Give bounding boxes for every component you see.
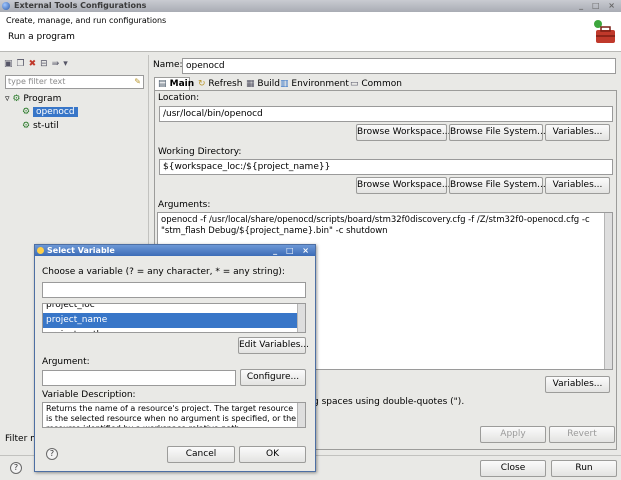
tab-environment[interactable]: ▥ Environment [276, 77, 349, 91]
working-directory-label: Working Directory: [156, 147, 244, 157]
clear-filter-icon[interactable]: ✎ [134, 76, 141, 88]
location-input[interactable]: /usr/local/bin/openocd [159, 106, 613, 122]
help-icon[interactable]: ? [10, 462, 22, 474]
program-icon: ⚙ [12, 94, 21, 104]
chevron-down-icon[interactable]: ▾ [63, 59, 68, 69]
description-scrollbar[interactable] [297, 403, 305, 427]
expand-icon[interactable]: ▿ [5, 94, 10, 104]
help-icon[interactable]: ? [46, 448, 58, 460]
header-subtitle: Create, manage, and run configurations [6, 16, 167, 25]
filter-input[interactable]: type filter text ✎ [5, 75, 144, 89]
tab-common[interactable]: ▭ Common [346, 77, 402, 91]
choose-variable-label: Choose a variable (? = any character, * … [42, 267, 285, 277]
duplicate-icon[interactable]: ❐ [17, 59, 25, 69]
working-directory-input[interactable]: ${workspace_loc:/${project_name}} [159, 159, 613, 175]
configure-button[interactable]: Configure... [240, 369, 306, 386]
new-config-icon[interactable]: ▣ [4, 59, 13, 69]
quote-note: g spaces using double-quotes ("). [313, 397, 465, 407]
name-label: Name: [153, 60, 183, 70]
revert-button[interactable]: Revert [549, 426, 615, 443]
header-title: Run a program [8, 32, 75, 42]
apply-button[interactable]: Apply [480, 426, 546, 443]
variable-search-input[interactable] [42, 282, 306, 298]
app-icon [2, 2, 10, 10]
select-variable-dialog: Select Variable _ □ × Choose a variable … [34, 244, 316, 472]
dialog-icon [37, 247, 44, 254]
window-titlebar: External Tools Configurations _ □ × [0, 0, 621, 12]
tree-item-program[interactable]: ▿ ⚙ Program [5, 93, 61, 106]
argument-label: Argument: [42, 357, 90, 367]
common-icon: ▭ [350, 79, 359, 89]
tab-refresh[interactable]: ↻ Refresh [194, 77, 242, 91]
run-button[interactable]: Run [551, 460, 617, 477]
tree-item-openocd[interactable]: ⚙ openocd [22, 106, 78, 119]
cancel-button[interactable]: Cancel [167, 446, 235, 463]
workdir-variables-button[interactable]: Variables... [545, 177, 610, 194]
environment-icon: ▥ [280, 79, 289, 89]
toolbox-icon [594, 20, 615, 43]
dialog-header: Create, manage, and run configurations R… [0, 12, 621, 52]
collapse-icon[interactable]: ⊟ [40, 59, 48, 69]
variable-list-scrollbar[interactable] [297, 304, 305, 332]
dialog-titlebar: Select Variable _ □ × [35, 245, 315, 256]
browse-file-system-button-2[interactable]: Browse File System... [449, 177, 546, 194]
location-label: Location: [156, 93, 202, 103]
browse-file-system-button[interactable]: Browse File System... [449, 124, 546, 141]
config-toolbar: ▣ ❐ ✖ ⊟ ⇛ ▾ [4, 59, 72, 71]
arguments-variables-button[interactable]: Variables... [545, 376, 610, 393]
build-icon: ▦ [246, 79, 255, 89]
variable-description-text: Returns the name of a resource's project… [42, 402, 306, 428]
tree-item-st-util[interactable]: ⚙ st-util [22, 120, 59, 133]
delete-icon[interactable]: ✖ [29, 59, 37, 69]
filter-icon[interactable]: ⇛ [52, 59, 60, 69]
arguments-label: Arguments: [156, 200, 213, 210]
browse-workspace-button[interactable]: Browse Workspace... [356, 124, 450, 141]
external-tool-icon: ⚙ [22, 121, 31, 131]
edit-variables-button[interactable]: Edit Variables... [238, 337, 309, 354]
argument-input[interactable] [42, 370, 236, 386]
ok-button[interactable]: OK [239, 446, 306, 463]
tab-main[interactable]: ▤ Main [154, 77, 194, 91]
dialog-window-controls[interactable]: _ □ × [273, 245, 312, 256]
dialog-title: Select Variable [47, 246, 115, 255]
refresh-icon: ↻ [198, 79, 206, 89]
variable-list[interactable]: project_loc project_name project_path [42, 303, 306, 333]
window-controls[interactable]: _ □ × [579, 0, 618, 12]
list-item[interactable]: project_loc [43, 304, 305, 313]
name-input[interactable]: openocd [182, 58, 616, 74]
arguments-scrollbar[interactable] [604, 213, 612, 369]
main-tab-icon: ▤ [158, 79, 167, 89]
window-title: External Tools Configurations [14, 1, 147, 10]
list-item[interactable]: project_name [43, 313, 305, 328]
variable-description-label: Variable Description: [42, 390, 136, 400]
browse-workspace-button-2[interactable]: Browse Workspace... [356, 177, 450, 194]
close-button[interactable]: Close [480, 460, 546, 477]
location-variables-button[interactable]: Variables... [545, 124, 610, 141]
tab-build[interactable]: ▦ Build [242, 77, 280, 91]
list-item[interactable]: project_path [43, 328, 305, 332]
external-tool-icon: ⚙ [22, 107, 31, 117]
